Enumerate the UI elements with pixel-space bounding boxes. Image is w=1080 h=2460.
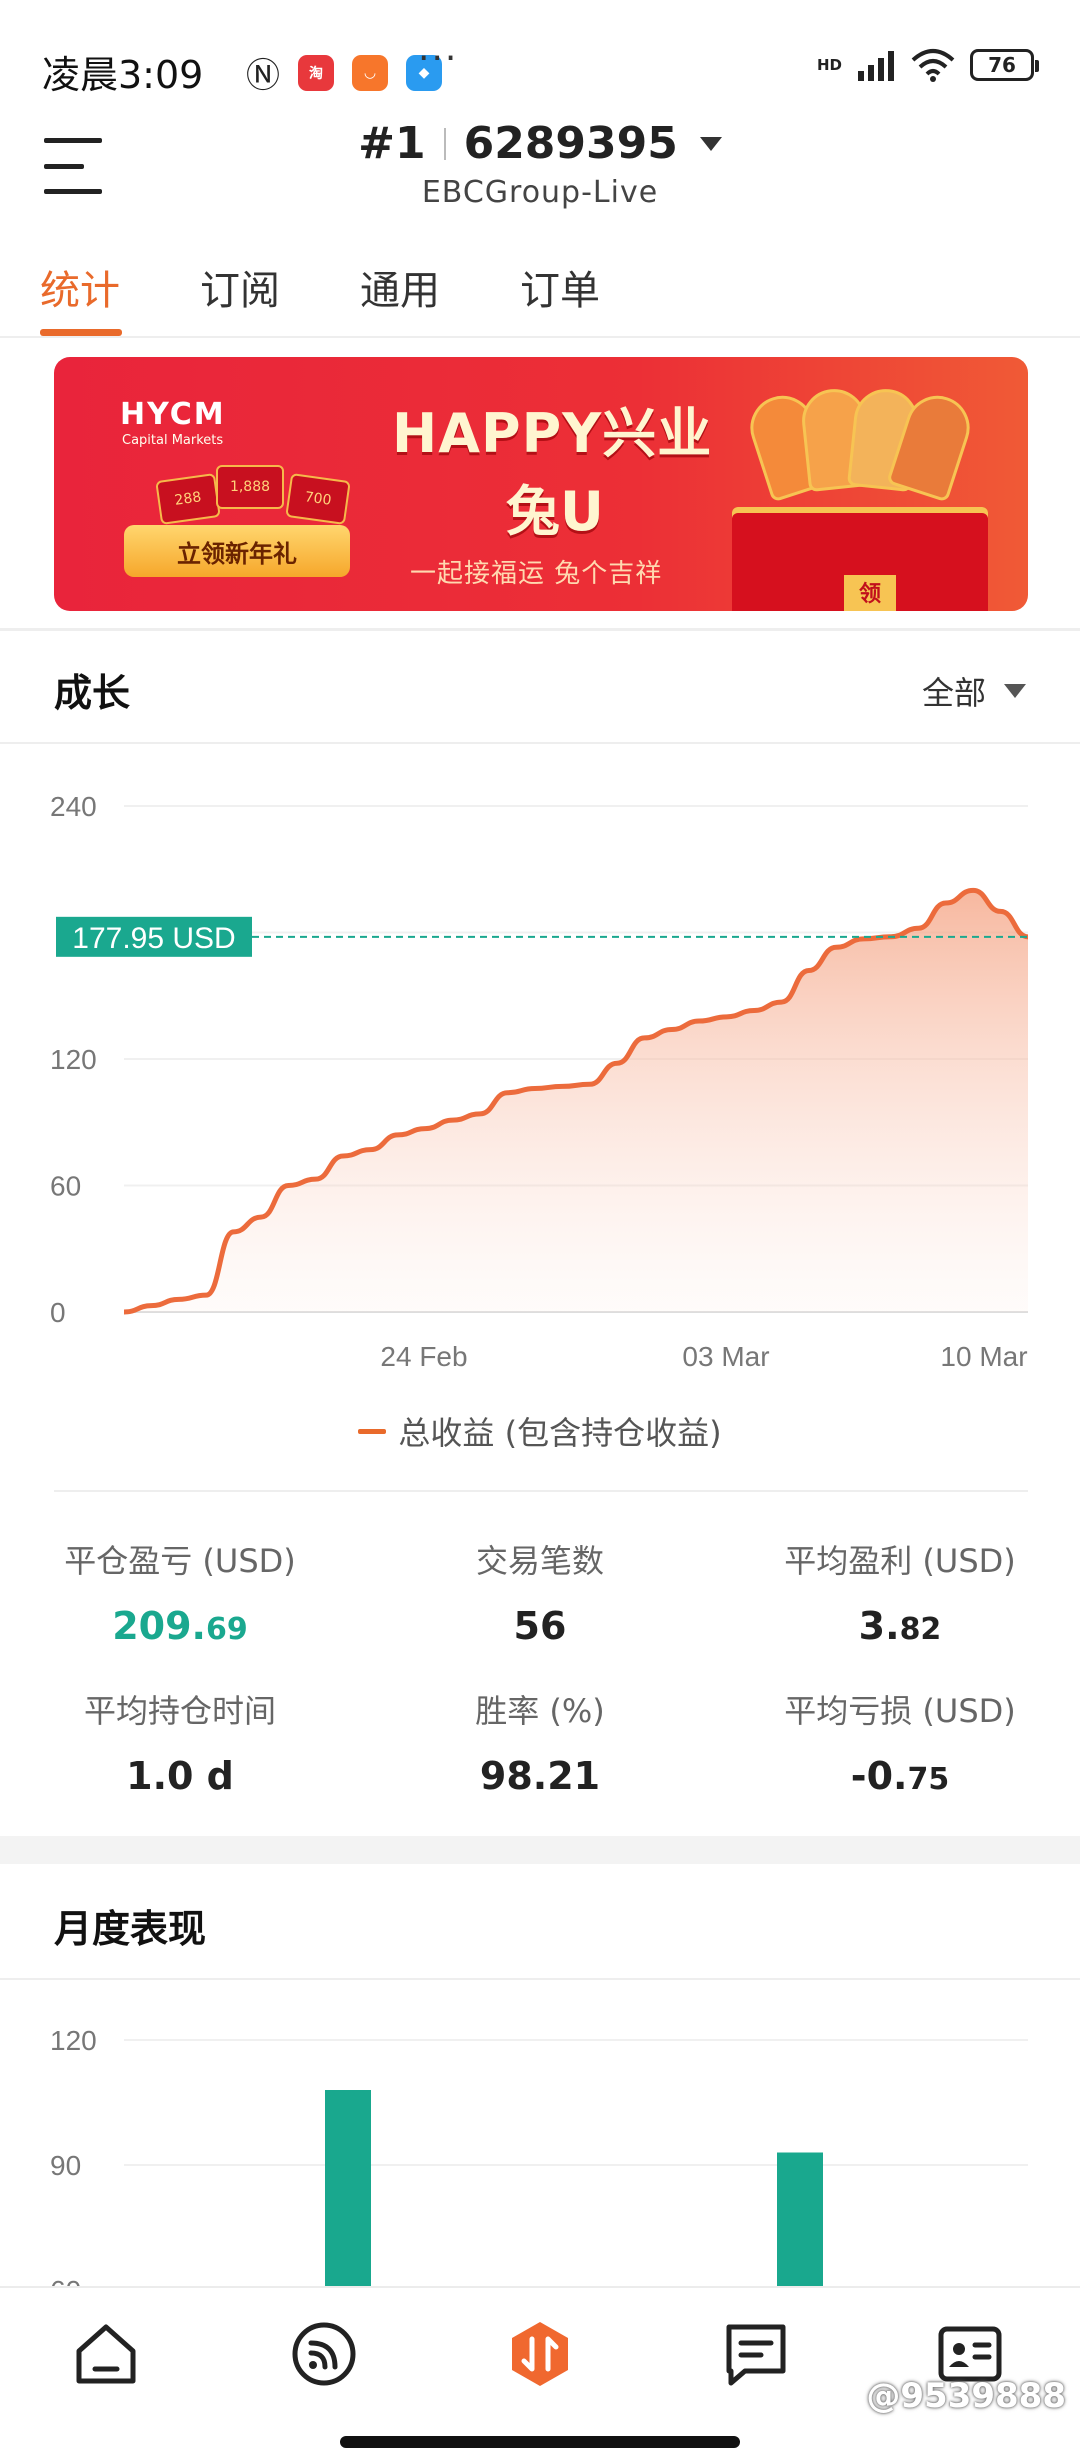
status-bar: 凌晨3:09 Ⓝ 淘 ◡ ◆ ··· HD 76	[0, 0, 1080, 130]
legend-label: 总收益 (包含持仓收益)	[398, 1414, 722, 1452]
stat-win-rate: 胜率 (%) 98.21	[360, 1686, 720, 1798]
monthly-chart-svg: 60 90 120	[50, 2025, 1028, 2286]
nfc-icon: Ⓝ	[246, 56, 280, 96]
wifi-icon	[911, 49, 955, 82]
status-time: 凌晨3:09	[42, 53, 204, 97]
stat-label: 平均盈利 (USD)	[784, 1542, 1016, 1580]
y-tick-label: 60	[50, 2275, 81, 2286]
divider	[443, 127, 446, 160]
range-filter-label[interactable]: 全部	[922, 668, 986, 714]
shopping-app-icon: 淘	[298, 54, 334, 91]
growth-chart: 177.95 USD 0 60 120 240 24 Feb 03 Mar 10 Mar	[0, 760, 1080, 1380]
account-rank: #1	[358, 118, 426, 169]
watermark: @9539888	[866, 2376, 1066, 2416]
stat-avg-profit: 平均盈利 (USD) 3.82	[720, 1536, 1080, 1648]
growth-title: 成长	[54, 671, 131, 715]
claim-gift-button[interactable]: 立领新年礼	[124, 525, 350, 577]
brand-subtitle: Capital Markets	[122, 433, 224, 448]
rabbit-cards-illustration	[742, 385, 978, 515]
status-notification-icons: Ⓝ 淘 ◡ ◆	[246, 48, 442, 97]
gift-tag: 领	[844, 575, 896, 611]
server-name: EBCGroup-Live	[421, 175, 659, 210]
divider	[54, 1490, 1028, 1492]
current-value-label: 177.95 USD	[72, 922, 235, 955]
section-divider	[0, 628, 1080, 631]
stat-label: 平仓盈亏 (USD)	[64, 1542, 296, 1580]
nav-home[interactable]	[66, 2314, 146, 2394]
message-icon[interactable]	[721, 2319, 791, 2389]
section-gap	[0, 1836, 1080, 1864]
account-selector[interactable]: #1 6289395 EBCGroup-Live	[0, 118, 1080, 210]
tab-subscribe[interactable]: 订阅	[200, 258, 280, 316]
banner-headline-2: 兔U	[506, 480, 604, 543]
stat-value: 1.0 d	[126, 1754, 234, 1798]
month-bar	[777, 2152, 823, 2286]
more-notifications-icon: ···	[418, 38, 459, 79]
promo-banner[interactable]: HYCM Capital Markets 288 1,888 700 立领新年礼…	[54, 357, 1028, 611]
account-id: 6289395	[463, 118, 678, 169]
envelope: 288	[155, 473, 221, 525]
nav-trade[interactable]	[500, 2314, 580, 2394]
chevron-down-icon[interactable]	[699, 136, 722, 151]
legend-swatch	[358, 1428, 387, 1434]
signal-feed-icon[interactable]	[289, 2319, 359, 2389]
stat-closed-pl: 平仓盈亏 (USD) 209.69	[0, 1536, 360, 1648]
x-tick-label: 24 Feb	[380, 1341, 467, 1372]
signal-icon	[858, 51, 894, 81]
monthly-title: 月度表现	[54, 1907, 207, 1951]
series-area	[124, 890, 1028, 1312]
stat-value: 98.21	[479, 1754, 601, 1798]
banner-slogan: 一起接福运 兔个吉祥	[410, 559, 663, 589]
tab-statistics[interactable]: 统计	[40, 258, 120, 316]
y-tick-label: 90	[50, 2150, 81, 2181]
month-bar	[325, 2090, 371, 2286]
stat-trades: 交易笔数 56	[360, 1536, 720, 1648]
brand-logo: HYCM	[120, 397, 226, 432]
x-tick-label: 10 Mar	[940, 1341, 1027, 1372]
y-tick-label: 120	[50, 2025, 97, 2056]
taobao-app-icon: ◡	[352, 54, 388, 91]
system-home-indicator[interactable]	[340, 2436, 740, 2448]
stat-value: 3.82	[858, 1604, 942, 1648]
nav-feed[interactable]	[284, 2314, 364, 2394]
stat-label: 平均亏损 (USD)	[784, 1692, 1016, 1730]
banner-headline: HAPPY兴业	[392, 402, 713, 465]
y-tick-label: 120	[50, 1044, 97, 1075]
stat-label: 平均持仓时间	[83, 1692, 276, 1730]
y-tick-label: 60	[50, 1171, 81, 1202]
stat-avg-loss: 平均亏损 (USD) -0.75	[720, 1686, 1080, 1798]
section-divider	[0, 1978, 1080, 1980]
stat-avg-hold: 平均持仓时间 1.0 d	[0, 1686, 360, 1798]
tab-general[interactable]: 通用	[360, 258, 440, 316]
stat-label: 胜率 (%)	[475, 1692, 605, 1730]
monthly-chart: 60 90 120	[0, 2010, 1080, 2286]
tab-bar: 统计 订阅 通用 订单	[0, 250, 1080, 338]
nav-messages[interactable]	[716, 2314, 796, 2394]
red-envelopes: 288 1,888 700	[128, 461, 351, 525]
chart-legend: 总收益 (包含持仓收益)	[0, 1408, 1080, 1454]
range-filter[interactable]: 全部	[922, 668, 1026, 714]
tab-orders[interactable]: 订单	[520, 258, 600, 316]
stat-label: 交易笔数	[475, 1542, 604, 1580]
hd-indicator: HD	[816, 56, 842, 74]
stat-value: -0.75	[850, 1754, 950, 1798]
trade-icon[interactable]	[505, 2319, 575, 2389]
status-indicators: HD 76	[816, 48, 1039, 82]
active-tab-indicator	[40, 329, 122, 336]
home-icon[interactable]	[71, 2319, 141, 2389]
envelope: 1,888	[216, 465, 284, 509]
chevron-down-icon[interactable]	[1004, 684, 1026, 698]
stat-value: 209.69	[112, 1604, 248, 1648]
battery-icon: 76	[970, 49, 1039, 81]
section-divider	[0, 742, 1080, 744]
x-tick-label: 03 Mar	[682, 1341, 769, 1372]
y-tick-label: 240	[50, 791, 97, 822]
growth-chart-svg: 177.95 USD 0 60 120 240 24 Feb 03 Mar 10 Mar	[50, 791, 1029, 1372]
envelope: 700	[285, 473, 351, 525]
y-tick-label: 0	[50, 1297, 66, 1328]
stat-value: 56	[513, 1604, 567, 1648]
